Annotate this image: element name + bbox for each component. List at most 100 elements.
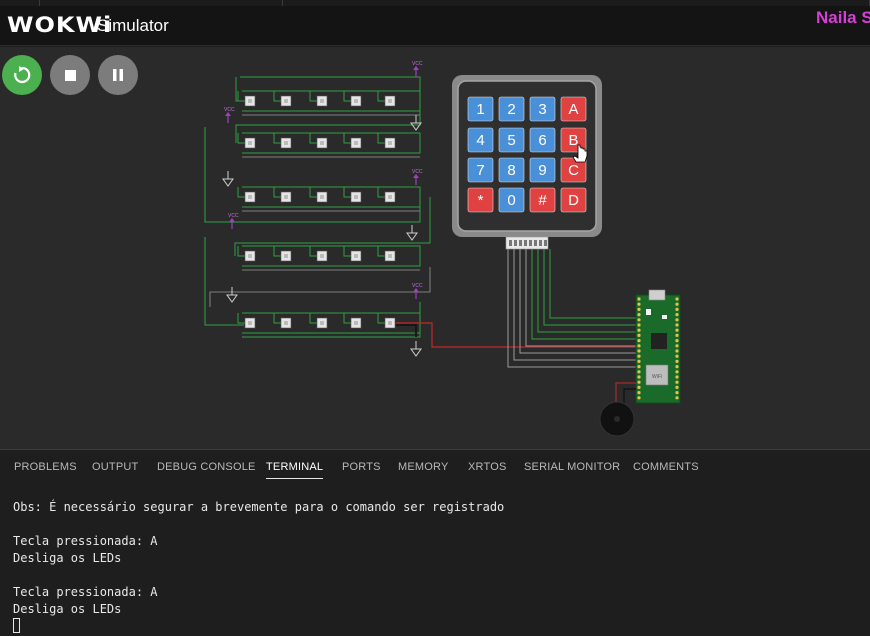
keypad-key-label: 6 — [538, 132, 546, 149]
connector-pin — [524, 240, 527, 246]
led-die — [320, 141, 324, 145]
keypad-key-label: 9 — [538, 162, 546, 179]
tab-problems[interactable]: PROBLEMS — [14, 461, 77, 473]
pin-left — [637, 365, 641, 369]
panel-tabs: PROBLEMS OUTPUT DEBUG CONSOLE TERMINAL PORTS… — [0, 458, 870, 480]
led-die — [354, 254, 358, 258]
led-die — [354, 321, 358, 325]
pause-button[interactable] — [98, 55, 138, 95]
led-die — [248, 99, 252, 103]
pin-right — [675, 307, 679, 311]
led-die — [248, 141, 252, 145]
vcc-label: VCC — [228, 213, 239, 219]
buzzer-hole — [614, 416, 620, 422]
led-die — [320, 99, 324, 103]
pin-right — [675, 370, 679, 374]
connector-pin — [544, 240, 547, 246]
usb-connector — [648, 289, 666, 301]
restart-icon — [14, 66, 31, 84]
pause-icon — [113, 69, 123, 81]
led-die — [284, 195, 288, 199]
pin-right — [675, 339, 679, 343]
led-die — [388, 254, 392, 258]
pin-right — [675, 365, 679, 369]
pin-left — [637, 385, 641, 389]
pin-left — [637, 391, 641, 395]
keypad-key-label: 0 — [507, 192, 515, 209]
pin-left — [637, 344, 641, 348]
vcc-label: VCC — [412, 283, 423, 289]
wire — [396, 324, 417, 337]
led-die — [248, 254, 252, 258]
pin-left — [637, 297, 641, 301]
led-die — [354, 195, 358, 199]
simulation-canvas[interactable]: VCC VCC VCC VCC VCC 1 2 3 A 4 5 6 B 7 8 9 C * 0 # D WiFi — [0, 47, 870, 449]
gnd-symbol — [410, 348, 422, 357]
pin-left — [637, 339, 641, 343]
keypad-key-label: 2 — [507, 101, 515, 118]
led-die — [388, 321, 392, 325]
user-name[interactable]: Naila S — [816, 8, 870, 28]
tab-ports[interactable]: PORTS — [342, 461, 381, 473]
wire — [549, 249, 636, 319]
tab-xrtos[interactable]: XRTOS — [468, 461, 507, 473]
wire — [209, 267, 431, 307]
connector-pin — [519, 240, 522, 246]
terminal-output[interactable]: Obs: É necessário segurar a brevemente p… — [13, 499, 504, 635]
vcc-label: VCC — [412, 169, 423, 175]
terminal-line: Desliga os LEDs — [13, 602, 122, 616]
stop-button[interactable] — [50, 55, 90, 95]
tab-serial-monitor[interactable]: SERIAL MONITOR — [524, 461, 620, 473]
tab-output[interactable]: OUTPUT — [92, 461, 138, 473]
tab-debug-console[interactable]: DEBUG CONSOLE — [157, 461, 256, 473]
vcc-label: VCC — [224, 107, 235, 113]
terminal-line: Desliga os LEDs — [13, 551, 122, 565]
pin-right — [675, 328, 679, 332]
led-die — [388, 99, 392, 103]
keypad-key-label: A — [568, 101, 578, 118]
pin-right — [675, 375, 679, 379]
pin-left — [637, 333, 641, 337]
restart-button[interactable] — [2, 55, 42, 95]
connector-pin — [514, 240, 517, 246]
pin-left — [637, 375, 641, 379]
tab-terminal[interactable]: TERMINAL — [266, 461, 324, 479]
gnd-symbol — [226, 294, 238, 303]
pin-left — [637, 302, 641, 306]
keypad-key-label: D — [568, 192, 579, 209]
pin-left — [637, 370, 641, 374]
connector-pin — [539, 240, 542, 246]
app-title: Simulator — [97, 16, 169, 35]
led-die — [248, 195, 252, 199]
wire — [240, 76, 421, 97]
led-die — [354, 99, 358, 103]
pin-right — [675, 313, 679, 317]
led-die — [354, 141, 358, 145]
wifi-module-label: WiFi — [652, 374, 662, 380]
keypad-key-label: B — [568, 132, 578, 149]
tab-comments[interactable]: COMMENTS — [633, 461, 699, 473]
keypad-key-label: 7 — [476, 162, 484, 179]
wire — [507, 249, 636, 368]
board-button — [646, 309, 651, 315]
pin-right — [675, 344, 679, 348]
pin-left — [637, 380, 641, 384]
bottom-panel: PROBLEMS OUTPUT DEBUG CONSOLE TERMINAL PORTS… — [0, 449, 870, 636]
pin-right — [675, 359, 679, 363]
led-die — [284, 141, 288, 145]
tab-memory[interactable]: MEMORY — [398, 461, 449, 473]
led-die — [284, 254, 288, 258]
pin-right — [675, 391, 679, 395]
board-led — [662, 315, 667, 319]
wire — [537, 249, 636, 333]
pin-right — [675, 349, 679, 353]
pin-left — [637, 323, 641, 327]
terminal-prompt-line — [13, 618, 504, 635]
pin-left — [637, 349, 641, 353]
keypad-key-label: 3 — [538, 101, 546, 118]
terminal-line: Obs: É necessário segurar a brevemente p… — [13, 500, 505, 514]
keypad-key-label: 4 — [476, 132, 484, 149]
keypad-key-label: 1 — [476, 101, 484, 118]
